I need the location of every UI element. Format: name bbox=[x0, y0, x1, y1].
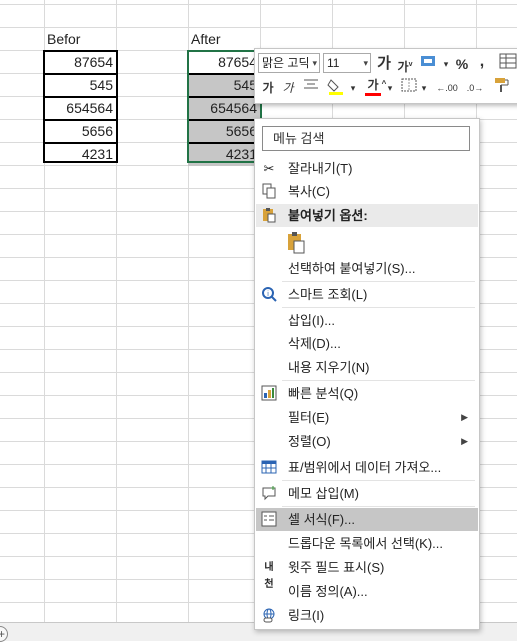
mini-toolbar: 맑은 고딕 ▾ 11 ▾ 가^ 가v ▾ % , 가 가 ▾ 가 ▾ ▾ ←.0… bbox=[254, 48, 517, 104]
table-icon bbox=[499, 53, 517, 69]
comment-icon bbox=[260, 485, 278, 502]
align-center-button[interactable] bbox=[301, 78, 321, 98]
clipboard-icon bbox=[260, 207, 278, 224]
accounting-format-button[interactable] bbox=[417, 53, 441, 77]
highlight-swatch bbox=[329, 92, 343, 95]
cell-after-header[interactable]: After bbox=[188, 28, 263, 51]
chevron-down-icon: ▾ bbox=[363, 58, 368, 68]
format-painter-button[interactable] bbox=[491, 76, 513, 100]
menu-item-insert-comment[interactable]: 메모 삽입(M) bbox=[256, 482, 478, 505]
quick-analysis-icon bbox=[260, 385, 278, 402]
menu-item-paste-special[interactable]: 선택하여 붙여넣기(S)... bbox=[256, 257, 478, 280]
format-table-button[interactable] bbox=[497, 53, 517, 75]
format-cells-icon bbox=[260, 511, 278, 528]
accounting-icon bbox=[421, 56, 435, 66]
paint-bucket-icon bbox=[327, 79, 343, 95]
selection-border bbox=[187, 50, 262, 163]
chevron-down-icon[interactable]: ▾ bbox=[348, 78, 358, 98]
percent-button[interactable]: % bbox=[453, 54, 471, 74]
menu-item-pick-from-dropdown[interactable]: 드롭다운 목록에서 선택(K)... bbox=[256, 532, 478, 555]
chevron-down-icon[interactable]: ▾ bbox=[385, 78, 395, 98]
increase-decimal-button[interactable]: ←.00 bbox=[433, 78, 461, 98]
table-icon bbox=[260, 459, 278, 476]
menu-item-smart-lookup[interactable]: i 스마트 조회(L) bbox=[256, 283, 478, 306]
menu-item-delete[interactable]: 삭제(D)... bbox=[256, 332, 478, 355]
comma-button[interactable]: , bbox=[475, 52, 489, 72]
chevron-down-icon[interactable]: ▾ bbox=[441, 54, 451, 74]
menu-item-link[interactable]: 링크(I) bbox=[256, 604, 478, 627]
chevron-right-icon: ▶ bbox=[461, 412, 468, 422]
borders-icon bbox=[401, 78, 417, 92]
scissors-icon: ✂ bbox=[263, 161, 275, 176]
menu-item-quick-analysis[interactable]: 빠른 분석(Q) bbox=[256, 382, 478, 405]
fill-color-button[interactable] bbox=[325, 76, 347, 102]
borders-button[interactable] bbox=[399, 78, 419, 98]
menu-item-phonetic-field[interactable]: 내천 윗주 필드 표시(S) bbox=[256, 556, 478, 590]
font-name-combo[interactable]: 맑은 고딕 ▾ bbox=[258, 53, 320, 73]
menu-item-clear-contents[interactable]: 내용 지우기(N) bbox=[256, 356, 478, 379]
chevron-down-icon: ▾ bbox=[312, 58, 317, 68]
menu-item-format-cells[interactable]: 셀 서식(F)... bbox=[256, 508, 478, 531]
italic-button[interactable]: 가 bbox=[279, 78, 297, 98]
chevron-right-icon: ▶ bbox=[461, 436, 468, 446]
menu-item-get-data[interactable]: 표/범위에서 데이터 가져오... bbox=[256, 456, 478, 479]
font-size-combo[interactable]: 11 ▾ bbox=[323, 53, 371, 73]
menu-item-sort[interactable]: 정렬(O) ▶ bbox=[256, 430, 478, 453]
shrink-font-button[interactable]: 가v bbox=[396, 55, 414, 77]
align-center-icon bbox=[304, 79, 318, 89]
paintbrush-icon bbox=[495, 78, 509, 92]
chevron-down-icon[interactable]: ▾ bbox=[419, 78, 429, 98]
font-color-button[interactable]: 가 bbox=[363, 75, 383, 96]
menu-item-copy[interactable]: 복사(C) bbox=[256, 180, 478, 203]
menu-item-cut[interactable]: ✂ 잘라내기(T) bbox=[256, 157, 478, 180]
befor-range-border bbox=[43, 50, 118, 163]
bold-button[interactable]: 가 bbox=[259, 78, 277, 98]
font-size-value: 11 bbox=[327, 56, 340, 70]
link-icon bbox=[260, 607, 278, 624]
paste-option-paste[interactable] bbox=[256, 229, 478, 257]
smart-lookup-icon: i bbox=[260, 286, 278, 303]
menu-item-define-name[interactable]: 이름 정의(A)... bbox=[256, 580, 478, 603]
menu-item-filter[interactable]: 필터(E) ▶ bbox=[256, 406, 478, 429]
menu-search-input[interactable]: 메뉴 검색 bbox=[262, 126, 470, 151]
menu-item-insert[interactable]: 삽입(I)... bbox=[256, 309, 478, 332]
decrease-decimal-button[interactable]: .0→ bbox=[462, 78, 488, 98]
cell-befor-header[interactable]: Befor bbox=[44, 28, 119, 51]
font-name-value: 맑은 고딕 bbox=[262, 56, 310, 70]
menu-section-paste-options: 붙여넣기 옵션: bbox=[256, 204, 478, 227]
context-menu: 메뉴 검색 ✂ 잘라내기(T) 복사(C) 붙여넣기 옵션: 선택하여 붙여넣기… bbox=[254, 118, 480, 630]
phonetic-icon: 내천 bbox=[264, 562, 274, 590]
copy-icon bbox=[260, 183, 278, 200]
